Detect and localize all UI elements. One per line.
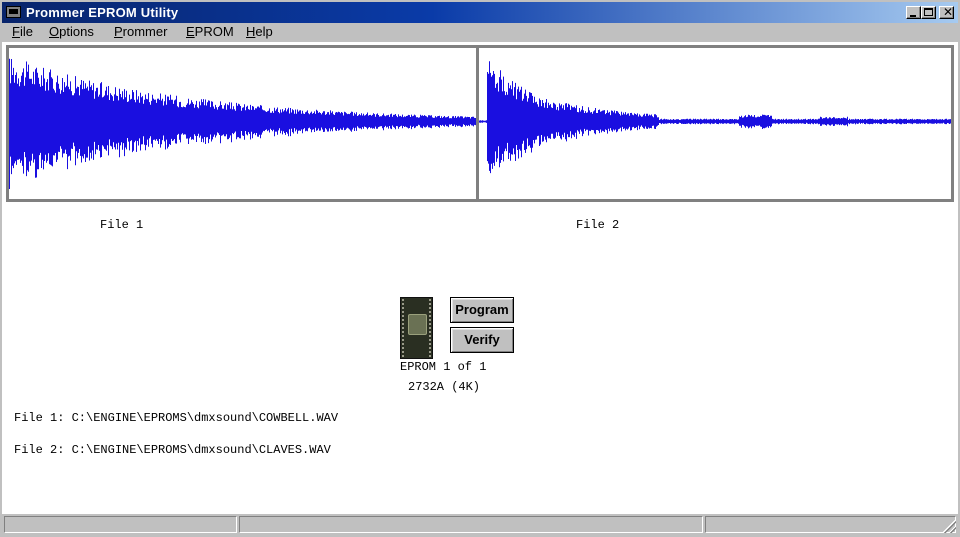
menu-help[interactable]: Help [246, 24, 273, 40]
program-button[interactable]: Program [450, 297, 514, 323]
file2-waveform-panel[interactable] [476, 45, 954, 202]
menu-eprom[interactable]: EPROM [186, 24, 234, 40]
system-menu-icon[interactable] [6, 6, 21, 18]
menu-file[interactable]: File [12, 24, 33, 40]
eprom-count-text: EPROM 1 of 1 [400, 360, 487, 374]
file2-path: File 2: C:\ENGINE\EPROMS\dmxsound\CLAVES… [14, 443, 331, 457]
menu-prommer[interactable]: Prommer [114, 24, 167, 40]
app-window: Prommer EPROM Utility ✕ File Options Pro… [0, 0, 960, 537]
file1-waveform [9, 58, 479, 189]
resize-grip-icon[interactable] [943, 520, 956, 533]
file2-waveform [479, 61, 951, 174]
title-bar[interactable]: Prommer EPROM Utility ✕ [2, 2, 958, 23]
status-panel-1 [4, 516, 237, 533]
file1-path: File 1: C:\ENGINE\EPROMS\dmxsound\COWBEL… [14, 411, 339, 425]
close-button[interactable]: ✕ [939, 5, 954, 19]
status-panel-2 [239, 516, 703, 533]
chip-window [408, 314, 427, 335]
eprom-chip-icon [400, 297, 433, 359]
file1-waveform-panel[interactable] [6, 45, 482, 202]
file1-label: File 1 [100, 218, 144, 232]
verify-button[interactable]: Verify [450, 327, 514, 353]
menu-bar: File Options Prommer EPROM Help [2, 23, 958, 41]
status-panel-3 [705, 516, 956, 533]
file2-label: File 2 [576, 218, 620, 232]
client-area: File 1 File 2 Program Verify EPROM 1 of … [2, 42, 958, 514]
close-icon: ✕ [943, 5, 954, 19]
eprom-type-text: 2732A (4K) [408, 380, 481, 394]
menu-options[interactable]: Options [49, 24, 94, 40]
window-title: Prommer EPROM Utility [26, 5, 179, 20]
maximize-button[interactable] [921, 6, 936, 19]
status-bar [2, 514, 958, 535]
minimize-button[interactable] [906, 6, 921, 19]
